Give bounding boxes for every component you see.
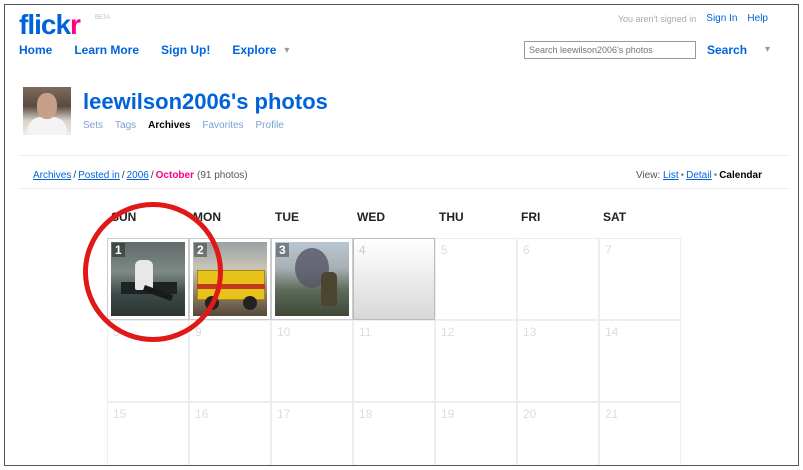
- day-number: 20: [523, 407, 537, 421]
- calendar-day-cell: 20: [517, 402, 599, 465]
- logo-beta-mark: BETA: [95, 15, 111, 21]
- red-highlight-circle: [83, 202, 223, 342]
- day-number: 13: [523, 325, 537, 339]
- view-label: View:: [635, 170, 661, 181]
- day-number: 10: [277, 325, 291, 339]
- page-title: leewilson2006's photos: [83, 89, 328, 114]
- tab-archives[interactable]: Archives: [148, 120, 190, 131]
- day-number: 7: [605, 243, 612, 257]
- divider: [19, 155, 789, 156]
- calendar-day-cell: 4: [353, 238, 435, 320]
- breadcrumb-current-month: October: [155, 170, 194, 181]
- browser-frame: flickr BETA You aren't signed in Sign In…: [4, 4, 799, 466]
- divider: [19, 188, 789, 189]
- calendar-day-cell: 19: [435, 402, 517, 465]
- day-header-fri: FRI: [521, 210, 541, 224]
- day-number: 14: [605, 325, 619, 339]
- tab-sets[interactable]: Sets: [83, 120, 103, 131]
- nav-explore[interactable]: Explore: [232, 43, 276, 57]
- nav-home[interactable]: Home: [19, 43, 52, 57]
- day-number: 6: [523, 243, 530, 257]
- search-button[interactable]: Search: [707, 43, 747, 57]
- thumbnail-detail: [321, 272, 337, 306]
- calendar-day-cell: 15: [107, 402, 189, 465]
- day-number: 4: [359, 243, 366, 257]
- day-number: 21: [605, 407, 619, 421]
- calendar-day-cell: 7: [599, 238, 681, 320]
- breadcrumb-posted-in[interactable]: Posted in: [78, 170, 120, 181]
- avatar-shirt: [27, 117, 67, 135]
- breadcrumb-separator: /: [121, 170, 125, 181]
- view-detail-link[interactable]: Detail: [686, 170, 712, 181]
- logo-part-blue: flick: [19, 9, 71, 40]
- day-header-tue: TUE: [275, 210, 299, 224]
- nav-sign-up[interactable]: Sign Up!: [161, 43, 210, 57]
- main-nav: Home Learn More Sign Up! Explore ▾: [19, 43, 289, 57]
- nav-learn-more[interactable]: Learn More: [74, 43, 139, 57]
- view-separator: •: [713, 170, 718, 181]
- explore-chevron-down-icon[interactable]: ▾: [284, 45, 289, 56]
- thumbnail-detail: [243, 296, 257, 310]
- day-number: 3: [276, 243, 289, 257]
- tab-profile[interactable]: Profile: [256, 120, 284, 131]
- calendar-day-cell: 14: [599, 320, 681, 402]
- help-link[interactable]: Help: [747, 13, 768, 24]
- view-switcher: View: List • Detail • Calendar: [636, 170, 762, 181]
- day-header-thu: THU: [439, 210, 464, 224]
- day-header-sat: SAT: [603, 210, 627, 224]
- day-number: 12: [441, 325, 455, 339]
- day-number: 5: [441, 243, 448, 257]
- day-number: 16: [195, 407, 209, 421]
- search-chevron-down-icon[interactable]: ▾: [765, 44, 770, 55]
- day-number: 15: [113, 407, 127, 421]
- sign-in-link[interactable]: Sign In: [706, 13, 737, 24]
- calendar-day-cell: 13: [517, 320, 599, 402]
- calendar-day-cell: 9: [189, 320, 271, 402]
- calendar-day-cell: 18: [353, 402, 435, 465]
- calendar-day-cell: 12: [435, 320, 517, 402]
- signed-status: You aren't signed in: [617, 13, 697, 24]
- breadcrumb-separator: /: [73, 170, 77, 181]
- calendar-day-cell: 21: [599, 402, 681, 465]
- photo-count: (91 photos): [197, 170, 248, 181]
- view-separator: •: [680, 170, 685, 181]
- day-header-wed: WED: [357, 210, 385, 224]
- view-calendar-current: Calendar: [719, 170, 762, 181]
- day-number: 17: [277, 407, 291, 421]
- logo-part-pink: r: [70, 9, 81, 40]
- breadcrumb: Archives / Posted in/2006/October (91 photo…: [33, 170, 248, 181]
- breadcrumb-separator: /: [150, 170, 154, 181]
- calendar-day-cell: 11: [353, 320, 435, 402]
- calendar-day-cell: 16: [189, 402, 271, 465]
- day-number: 11: [359, 325, 372, 339]
- account-bar: You aren't signed in Sign In Help: [618, 13, 768, 24]
- calendar-day-cell: 5: [435, 238, 517, 320]
- calendar-day-cell[interactable]: 3: [271, 238, 353, 320]
- calendar-day-cell: 10: [271, 320, 353, 402]
- breadcrumb-archives[interactable]: Archives: [33, 170, 71, 181]
- search-input[interactable]: [524, 41, 696, 59]
- flickr-logo[interactable]: flickr: [19, 9, 81, 41]
- calendar-day-cell: 6: [517, 238, 599, 320]
- breadcrumb-year[interactable]: 2006: [127, 170, 149, 181]
- view-list-link[interactable]: List: [663, 170, 679, 181]
- day-number: 19: [441, 407, 455, 421]
- tab-tags[interactable]: Tags: [115, 120, 136, 131]
- day-number: 18: [359, 407, 373, 421]
- calendar-day-cell: 17: [271, 402, 353, 465]
- avatar[interactable]: [23, 87, 71, 135]
- tab-favorites[interactable]: Favorites: [202, 120, 243, 131]
- photo-subnav: Sets Tags Archives Favorites Profile: [83, 120, 284, 131]
- avatar-face: [37, 93, 57, 119]
